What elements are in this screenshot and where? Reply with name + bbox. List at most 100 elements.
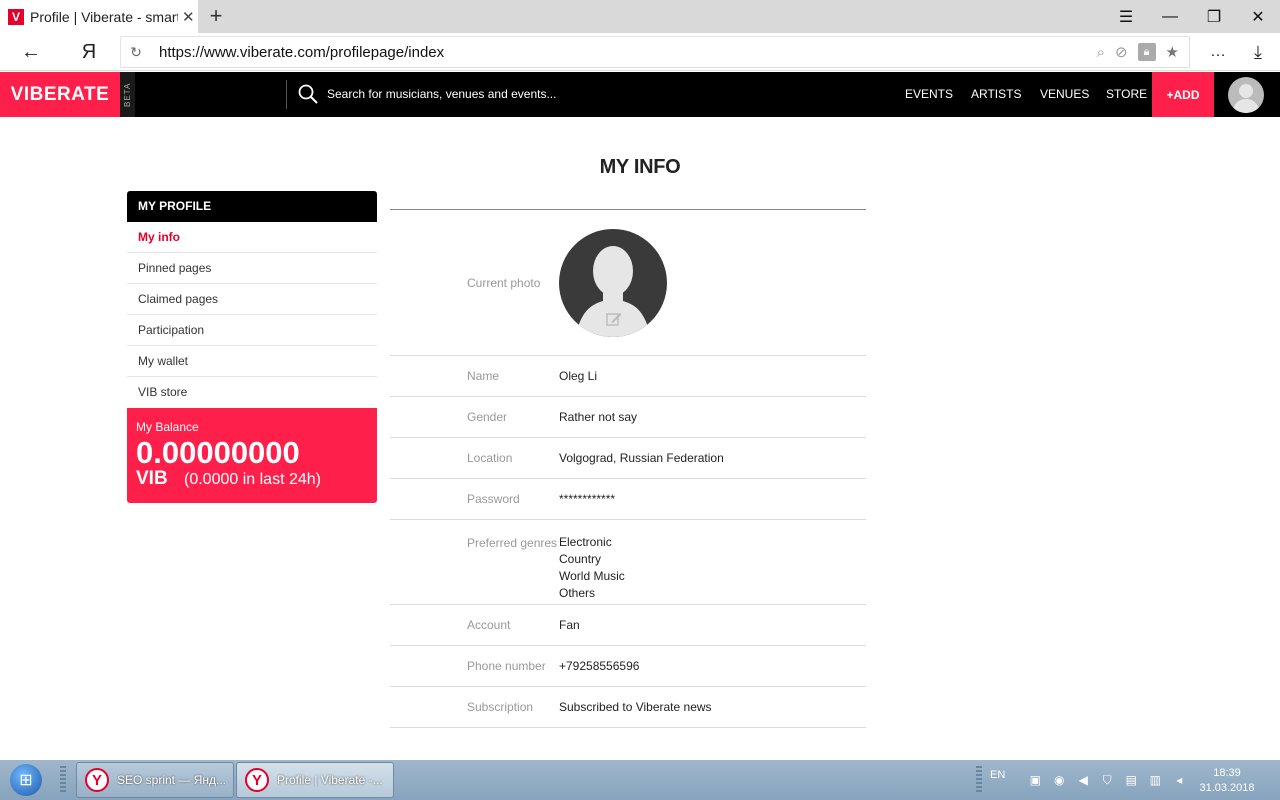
password-value: ************ <box>559 492 616 506</box>
balance-unit: VIB <box>136 468 168 489</box>
beta-badge: BETA <box>120 72 135 117</box>
task-label: SEO sprint — Янд... <box>117 773 226 787</box>
location-label: Location <box>467 451 513 465</box>
edit-photo-icon[interactable] <box>606 311 622 327</box>
clock-date: 31.03.2018 <box>1199 782 1255 794</box>
viberate-favicon-icon: V <box>8 8 24 25</box>
more-menu-button[interactable]: … <box>1203 33 1233 71</box>
yandex-browser-icon: Y <box>245 768 269 792</box>
genres-label: Preferred genres <box>467 536 558 550</box>
system-clock[interactable]: 18:39 31.03.2018 <box>1194 766 1260 796</box>
account-label: Account <box>467 618 511 632</box>
gender-value: Rather not say <box>559 410 638 424</box>
phone-value: +79258556596 <box>559 659 640 673</box>
subscription-label: Subscription <box>467 700 534 714</box>
url-field[interactable]: ↻ https://www.viberate.com/profilepage/i… <box>120 36 1190 68</box>
password-row: Password ************ <box>390 479 866 520</box>
lock-icon[interactable]: 🔒︎ <box>1137 43 1156 61</box>
account-value: Fan <box>559 618 580 632</box>
sidebar-item-my-info[interactable]: My info <box>127 222 377 253</box>
browser-menu-icon[interactable]: ☰ <box>1104 0 1148 33</box>
reload-icon[interactable]: ↻ <box>121 44 151 61</box>
genres-row: Preferred genres Electronic Country Worl… <box>390 520 866 605</box>
name-value: Oleg Li <box>559 369 598 383</box>
bookmark-star-icon[interactable]: ★ <box>1166 43 1179 61</box>
minimize-icon[interactable]: — <box>1148 0 1192 33</box>
nav-events[interactable]: EVENTS <box>905 72 953 117</box>
system-tray: EN ▣ ◉ ◀ ⛉ ▤ ▥ ◂ <box>990 760 1187 800</box>
usb-icon[interactable]: ▤ <box>1123 772 1139 788</box>
profile-info-table: Current photo Name Oleg Li Gender Rather… <box>390 209 866 728</box>
search-input[interactable]: Search for musicians, venues and events.… <box>327 72 556 117</box>
name-label: Name <box>467 369 500 383</box>
sidebar-item-vib-store[interactable]: VIB store <box>127 377 377 408</box>
language-indicator[interactable]: EN <box>990 769 1005 781</box>
yandex-button[interactable]: Я <box>74 33 104 71</box>
phone-label: Phone number <box>467 659 546 673</box>
subscription-value: Subscribed to Viberate news <box>559 700 712 714</box>
phone-row: Phone number +79258556596 <box>390 646 866 687</box>
close-tab-icon[interactable]: ✕ <box>182 8 195 26</box>
profile-photo[interactable] <box>559 228 667 337</box>
close-window-icon[interactable]: ✕ <box>1236 0 1280 33</box>
add-button[interactable]: +ADD <box>1152 72 1214 117</box>
speaker-alert-icon[interactable]: ◀ <box>1075 772 1091 788</box>
sidebar-item-participation[interactable]: Participation <box>127 315 377 346</box>
sidebar-header: MY PROFILE <box>127 191 377 222</box>
location-row: Location Volgograd, Russian Federation <box>390 438 866 479</box>
volume-icon[interactable]: ◂ <box>1171 772 1187 788</box>
start-button[interactable]: ⊞ <box>6 762 46 798</box>
nav-store[interactable]: STORE <box>1106 72 1147 117</box>
sidebar-item-pinned-pages[interactable]: Pinned pages <box>127 253 377 284</box>
back-button[interactable]: ← <box>16 33 46 71</box>
balance-value: 0.00000000 <box>136 435 300 470</box>
balance-24h-change: (0.0000 in last 24h) <box>184 471 321 488</box>
download-icon[interactable]: ⤓ <box>1243 33 1273 71</box>
clock-time: 18:39 <box>1213 767 1241 779</box>
windows-logo-icon: ⊞ <box>10 764 42 796</box>
nav-artists[interactable]: ARTISTS <box>971 72 1021 117</box>
network-icon[interactable]: ▥ <box>1147 772 1163 788</box>
taskbar-task-seo-sprint[interactable]: Y SEO sprint — Янд... <box>76 762 234 798</box>
password-label: Password <box>467 492 520 506</box>
balance-card: My Balance 0.00000000 VIB (0.0000 in las… <box>127 408 377 503</box>
user-silhouette-icon <box>1232 84 1260 113</box>
new-tab-button[interactable]: + <box>206 4 226 28</box>
shield-icon[interactable]: ⛉ <box>1099 772 1115 788</box>
genres-list: Electronic Country World Music Others <box>559 534 625 602</box>
search-icon[interactable] <box>298 84 318 104</box>
site-header: VIBERATE BETA Search for musicians, venu… <box>0 72 1280 117</box>
profile-sidebar: MY PROFILE My info Pinned pages Claimed … <box>127 191 377 503</box>
genre-item: Others <box>559 586 596 600</box>
taskbar-grip[interactable] <box>60 766 66 794</box>
sidebar-item-claimed-pages[interactable]: Claimed pages <box>127 284 377 315</box>
block-icon[interactable]: ⊘ <box>1115 43 1128 61</box>
photo-label: Current photo <box>467 275 541 290</box>
restore-icon[interactable]: ❐ <box>1192 0 1236 33</box>
yandex-browser-icon: Y <box>85 768 109 792</box>
update-icon[interactable]: ◉ <box>1051 772 1067 788</box>
genre-item: World Music <box>559 569 625 583</box>
subscription-row: Subscription Subscribed to Viberate news <box>390 687 866 728</box>
genre-item: Country <box>559 552 602 566</box>
nav-venues[interactable]: VENUES <box>1040 72 1089 117</box>
search-divider <box>286 80 287 109</box>
browser-tab[interactable]: V Profile | Viberate - smarte ✕ <box>0 0 198 33</box>
address-bar-row: ← Я ↻ https://www.viberate.com/profilepa… <box>0 33 1280 71</box>
photo-row: Current photo <box>390 210 866 356</box>
balance-label: My Balance <box>136 420 199 434</box>
windows-taskbar: ⊞ Y SEO sprint — Янд... Y Profile | Vibe… <box>0 760 1280 800</box>
monitor-icon[interactable]: ▣ <box>1027 772 1043 788</box>
gender-label: Gender <box>467 410 508 424</box>
genre-item: Electronic <box>559 535 612 549</box>
sidebar-item-my-wallet[interactable]: My wallet <box>127 346 377 377</box>
tab-title: Profile | Viberate - smarte <box>30 8 178 25</box>
tray-grip[interactable] <box>976 766 982 794</box>
user-avatar[interactable] <box>1228 77 1264 113</box>
task-label: Profile | Viberate -... <box>277 773 383 787</box>
url-text[interactable]: https://www.viberate.com/profilepage/ind… <box>159 44 1097 61</box>
viberate-logo[interactable]: VIBERATE <box>0 72 120 117</box>
taskbar-task-viberate[interactable]: Y Profile | Viberate -... <box>236 762 394 798</box>
search-page-icon[interactable]: ⌕ <box>1097 44 1105 61</box>
account-row: Account Fan <box>390 605 866 646</box>
